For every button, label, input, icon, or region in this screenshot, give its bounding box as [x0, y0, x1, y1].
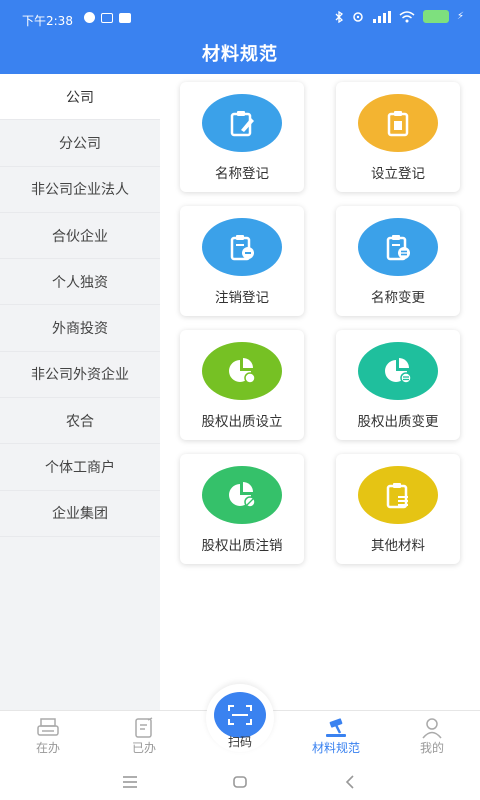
card-equity-pledge-cancel[interactable]: 股权出质注销: [180, 454, 304, 564]
status-bar: 下午2:38 ⚡: [0, 0, 480, 36]
clipboard-edit-icon: [202, 94, 282, 152]
clipboard-list-icon: [358, 466, 438, 524]
tab-mine[interactable]: 我的: [384, 711, 480, 765]
sidebar-item-company[interactable]: 公司: [0, 74, 160, 121]
bluetooth-icon: [335, 10, 343, 23]
home-icon[interactable]: [232, 775, 248, 789]
card-establishment-registration[interactable]: 设立登记: [336, 82, 460, 192]
scan-label: 扫码: [227, 735, 252, 749]
card-label: 股权出质注销: [201, 538, 283, 554]
sidebar-item-non-company-legal[interactable]: 非公司企业法人: [0, 167, 160, 213]
sidebar-item-foreign-investment[interactable]: 外商投资: [0, 305, 160, 352]
sidebar-item-non-company-foreign[interactable]: 非公司外资企业: [0, 352, 160, 399]
status-right-icons: ⚡: [335, 10, 464, 23]
notification-icon: [84, 12, 95, 23]
card-name-registration[interactable]: 名称登记: [180, 82, 304, 192]
sidebar-item-sole-proprietorship[interactable]: 个人独资: [0, 259, 160, 306]
card-name-change[interactable]: 名称变更: [336, 206, 460, 316]
tab-label: 已办: [131, 741, 156, 755]
tab-in-progress[interactable]: 在办: [0, 711, 96, 765]
tab-material-standards[interactable]: 材料规范: [288, 711, 384, 765]
card-equity-pledge-change[interactable]: 股权出质变更: [336, 330, 460, 440]
card-equity-pledge-establish[interactable]: 股权出质设立: [180, 330, 304, 440]
clipboard-change-icon: [358, 218, 438, 276]
card-label: 其他材料: [371, 538, 425, 554]
scan-icon: [214, 692, 266, 738]
mail-icon: [119, 12, 131, 23]
tab-label: 在办: [35, 741, 60, 755]
tab-completed[interactable]: 已办: [96, 711, 192, 765]
pie-chart-cancel-icon: [202, 466, 282, 524]
pie-chart-icon: [202, 342, 282, 400]
back-icon[interactable]: [344, 775, 356, 789]
message-icon: [101, 12, 113, 23]
pie-chart-change-icon: [358, 342, 438, 400]
charging-icon: ⚡: [456, 11, 464, 22]
card-other-materials[interactable]: 其他材料: [336, 454, 460, 564]
user-icon: [422, 718, 442, 739]
sidebar-item-enterprise-group[interactable]: 企业集团: [0, 491, 160, 537]
tab-label: 材料规范: [311, 741, 360, 755]
page-title: 材料规范: [202, 44, 278, 65]
app-header: 下午2:38 ⚡ 材料规范: [0, 0, 480, 74]
menu-icon[interactable]: [122, 775, 138, 789]
sidebar-item-partnership[interactable]: 合伙企业: [0, 213, 160, 260]
card-label: 名称登记: [215, 166, 269, 182]
settings-icon: [353, 11, 363, 22]
battery-icon: [422, 10, 449, 23]
card-label: 股权出质变更: [357, 414, 439, 430]
card-label: 名称变更: [371, 290, 425, 306]
clipboard-cancel-icon: [202, 218, 282, 276]
sidebar-item-individual-business[interactable]: 个体工商户: [0, 444, 160, 491]
clipboard-icon: [358, 94, 438, 152]
tab-label: 我的: [419, 741, 444, 755]
status-left-icons: [84, 12, 131, 23]
card-label: 设立登记: [371, 166, 425, 182]
wifi-icon: [399, 10, 415, 22]
sidebar-item-branch[interactable]: 分公司: [0, 120, 160, 167]
card-cancellation-registration[interactable]: 注销登记: [180, 206, 304, 316]
sidebar-item-cooperative[interactable]: 农合: [0, 398, 160, 445]
gavel-icon: [326, 718, 346, 737]
signal-icon: [372, 10, 391, 23]
status-time: 下午2:38: [22, 14, 73, 28]
document-check-icon: [135, 717, 153, 738]
card-label: 股权出质设立: [201, 414, 283, 430]
printer-icon: [37, 718, 59, 736]
category-sidebar: 公司 分公司 非公司企业法人 合伙企业 个人独资 外商投资 非公司外资企业 农合…: [0, 74, 160, 710]
card-label: 注销登记: [215, 290, 269, 306]
system-nav-bar: [0, 764, 480, 800]
